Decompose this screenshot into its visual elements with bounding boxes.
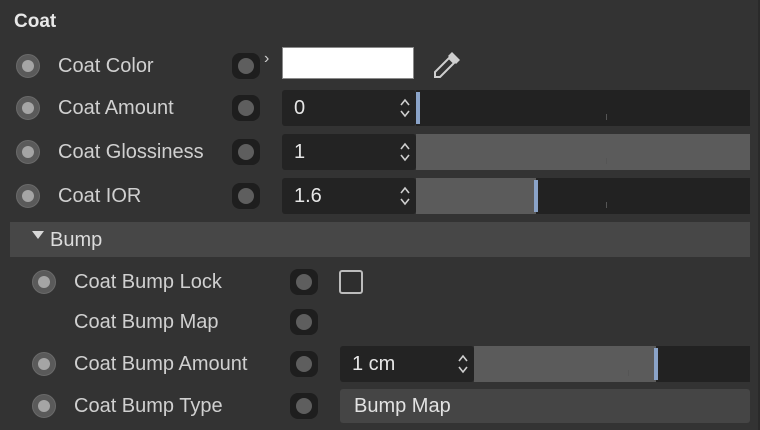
animate-dot-icon[interactable] <box>32 394 56 418</box>
coat-bump-amount-label: Coat Bump Amount <box>74 353 248 375</box>
animate-dot-icon[interactable] <box>32 352 56 376</box>
animate-dot-icon[interactable] <box>16 54 40 78</box>
coat-amount-field[interactable]: 0 <box>282 90 416 126</box>
bump-group-header[interactable]: Bump <box>10 222 750 257</box>
animate-dot-icon[interactable] <box>16 96 40 120</box>
coat-color-swatch[interactable] <box>282 47 414 79</box>
keyframe-icon[interactable] <box>232 95 260 121</box>
coat-bump-map-label: Coat Bump Map <box>74 311 219 333</box>
keyframe-icon[interactable] <box>290 351 318 377</box>
coat-bump-type-select[interactable]: Bump Map <box>340 389 750 423</box>
coat-bump-type-row: Coat Bump Type Bump Map <box>0 386 760 426</box>
eyedropper-icon[interactable] <box>430 46 466 82</box>
coat-color-row: Coat Color › <box>0 46 760 86</box>
coat-bump-lock-row: Coat Bump Lock <box>0 262 760 302</box>
keyframe-icon[interactable] <box>290 309 318 335</box>
keyframe-icon[interactable] <box>290 393 318 419</box>
slider-tick <box>606 114 607 120</box>
slider-fill <box>416 178 536 214</box>
coat-ior-slider[interactable] <box>416 178 750 214</box>
coat-bump-type-label: Coat Bump Type <box>74 395 223 417</box>
chevron-right-icon[interactable]: › <box>264 50 269 68</box>
keyframe-icon[interactable] <box>232 139 260 165</box>
coat-ior-value: 1.6 <box>294 185 322 207</box>
coat-bump-amount-row: Coat Bump Amount 1 cm <box>0 344 760 384</box>
coat-bump-amount-field[interactable]: 1 cm <box>340 346 474 382</box>
coat-ior-field[interactable]: 1.6 <box>282 178 416 214</box>
spinner-arrows-icon[interactable] <box>399 184 411 208</box>
coat-bump-lock-label: Coat Bump Lock <box>74 271 222 293</box>
coat-ior-row: Coat IOR 1.6 <box>0 176 760 216</box>
coat-glossiness-field[interactable]: 1 <box>282 134 416 170</box>
slider-tick <box>606 202 607 208</box>
coat-ior-label: Coat IOR <box>58 185 142 207</box>
slider-fill <box>474 346 656 382</box>
slider-fill <box>416 134 750 170</box>
coat-bump-amount-slider[interactable] <box>474 346 750 382</box>
keyframe-icon[interactable] <box>232 183 260 209</box>
slider-handle[interactable] <box>654 348 658 380</box>
coat-glossiness-slider[interactable] <box>416 134 750 170</box>
animate-dot-icon[interactable] <box>32 270 56 294</box>
coat-glossiness-value: 1 <box>294 141 306 163</box>
spinner-arrows-icon[interactable] <box>399 96 411 120</box>
coat-glossiness-label: Coat Glossiness <box>58 141 204 163</box>
coat-bump-map-row: Coat Bump Map <box>0 302 760 342</box>
coat-amount-value: 0 <box>294 97 306 119</box>
spinner-arrows-icon[interactable] <box>399 140 411 164</box>
spinner-arrows-icon[interactable] <box>457 352 469 376</box>
triangle-down-icon[interactable] <box>32 231 44 239</box>
coat-glossiness-row: Coat Glossiness 1 <box>0 132 760 172</box>
keyframe-icon[interactable] <box>290 269 318 295</box>
coat-bump-amount-value: 1 cm <box>352 353 396 375</box>
coat-bump-lock-checkbox[interactable] <box>339 270 363 294</box>
section-title: Coat <box>14 11 57 32</box>
slider-handle[interactable] <box>416 92 420 124</box>
coat-amount-slider[interactable] <box>416 90 750 126</box>
slider-tick <box>628 370 629 376</box>
keyframe-icon[interactable] <box>232 53 260 79</box>
coat-amount-row: Coat Amount 0 <box>0 88 760 128</box>
slider-handle[interactable] <box>534 180 538 212</box>
slider-tick <box>606 158 607 164</box>
coat-color-label: Coat Color <box>58 55 154 77</box>
animate-dot-icon[interactable] <box>16 184 40 208</box>
coat-bump-type-value: Bump Map <box>354 395 451 417</box>
coat-amount-label: Coat Amount <box>58 97 174 119</box>
bump-group-label: Bump <box>50 229 103 251</box>
animate-dot-icon[interactable] <box>16 140 40 164</box>
